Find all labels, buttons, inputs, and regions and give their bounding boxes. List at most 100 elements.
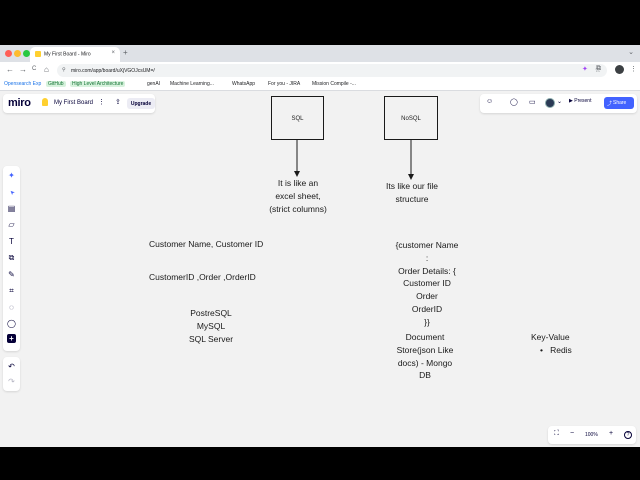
note-line: SQL Server — [188, 333, 234, 344]
note-line: : — [425, 252, 429, 263]
share-icon: ⤴ — [607, 101, 613, 107]
minimize-window-button[interactable] — [14, 50, 21, 57]
play-icon: ▶ — [569, 98, 573, 104]
sql-databases-note[interactable]: PostreSQL MySQL SQL Server — [171, 307, 251, 345]
export-icon[interactable]: ⇪ — [115, 98, 121, 106]
bookmark-item[interactable]: Mission Compile -... — [312, 81, 356, 87]
text-icon[interactable]: T — [6, 237, 17, 247]
site-info-icon[interactable]: ⚲ — [62, 67, 66, 73]
miro-board-canvas[interactable]: SQL NoSQL It is like an excel sheet, (st… — [0, 91, 640, 447]
bookmark-item[interactable]: High Level Architecture — [70, 81, 126, 87]
bookmark-item[interactable]: Machine Learning... — [170, 81, 214, 87]
chat-icon[interactable]: ◯ — [510, 98, 518, 106]
json-structure-note[interactable]: {customer Name : Order Details: { Custom… — [377, 239, 477, 329]
screen: My First Board - Miro × + ⌄ ← → C ⌂ ⚲ mi… — [0, 0, 640, 480]
help-icon[interactable]: ? — [624, 431, 632, 439]
zoom-out-icon[interactable]: − — [570, 430, 574, 437]
bookmark-item[interactable]: GitHub — [46, 81, 66, 87]
chevron-down-icon[interactable]: ⌄ — [557, 98, 562, 105]
sql-box-label: SQL — [291, 116, 304, 122]
profile-avatar[interactable] — [615, 65, 624, 74]
customer-order-note[interactable]: CustomerID ,Order ,OrderID — [149, 271, 256, 284]
note-line: Its like our file — [386, 181, 438, 191]
screen-border-bottom — [0, 447, 640, 480]
pen-icon[interactable]: ✎ — [6, 270, 17, 280]
extension-icon[interactable]: ✦ — [582, 65, 588, 73]
share-label: Share — [613, 100, 627, 106]
user-avatar[interactable] — [545, 98, 555, 108]
note-line: MySQL — [196, 320, 226, 331]
home-button[interactable]: ⌂ — [44, 65, 49, 74]
frame-icon[interactable]: ▤ — [6, 204, 17, 214]
crop-icon[interactable]: ⌗ — [6, 286, 17, 296]
note-line: DB — [419, 370, 431, 381]
select-cursor-icon[interactable]: ➤ — [4, 186, 19, 201]
nosql-description-note[interactable]: Its like our file structure — [362, 180, 462, 206]
chat-bubble-icon[interactable]: ◯ — [6, 319, 17, 329]
tab-close-icon[interactable]: × — [111, 50, 115, 56]
tab-title: My First Board - Miro — [44, 51, 91, 58]
share-button[interactable]: ⤴ Share — [604, 97, 634, 109]
bookmark-item[interactable]: WhatsApp — [232, 81, 255, 87]
zoom-in-icon[interactable]: + — [609, 430, 613, 437]
note-line: {customer Name — [395, 240, 459, 250]
board-name[interactable]: My First Board — [54, 100, 93, 106]
comment-icon[interactable]: ◌ — [6, 303, 17, 313]
note-line: docs) - Mongo — [397, 357, 453, 368]
zoom-level[interactable]: 100% — [585, 432, 598, 438]
undo-redo-panel: ↶ ↷ — [3, 357, 20, 391]
note-line: OrderID — [411, 303, 443, 314]
note-line: (strict columns) — [269, 203, 327, 214]
new-tab-button[interactable]: + — [123, 48, 128, 57]
chevron-down-icon[interactable]: ⌄ — [628, 48, 634, 56]
key-value-note[interactable]: Key-Value • Redis — [531, 331, 572, 357]
note-line: Key-Value — [531, 332, 570, 342]
note-line: It is like an — [277, 178, 319, 188]
lightbulb-icon[interactable] — [42, 98, 48, 106]
note-line: }} — [424, 316, 430, 327]
close-window-button[interactable] — [5, 50, 12, 57]
sql-box[interactable]: SQL — [271, 96, 324, 140]
note-line: Customer ID — [403, 278, 451, 289]
back-button[interactable]: ← — [6, 65, 14, 74]
board-header: miro My First Board ⋮ ⇪ Upgrade — [3, 94, 155, 113]
redo-icon[interactable]: ↷ — [6, 377, 17, 387]
browser-toolbar: ← → C ⌂ ⚲ miro.com/app/board/uXjVGOJcsUM… — [0, 62, 640, 79]
note-line: Document — [405, 332, 445, 342]
bullet-item: Redis — [550, 344, 572, 355]
zoom-controls: ⛶ − 100% + ? — [548, 426, 636, 444]
browser-tab[interactable]: My First Board - Miro × — [30, 47, 120, 62]
note-bullet-line: • Redis — [531, 344, 572, 357]
bookmark-item[interactable]: For you - JIRA — [268, 81, 300, 87]
miro-logo[interactable]: miro — [8, 97, 31, 109]
bullet-icon: • — [540, 344, 543, 355]
document-store-note[interactable]: Document Store(json Like docs) - Mongo D… — [375, 331, 475, 382]
miro-favicon-icon — [35, 51, 41, 57]
reload-button[interactable]: C — [32, 66, 36, 72]
customer-name-note[interactable]: Customer Name, Customer ID — [149, 238, 263, 251]
video-icon[interactable]: ▭ — [529, 98, 536, 106]
add-icon[interactable]: + — [7, 334, 16, 343]
sql-description-note[interactable]: It is like an excel sheet, (strict colum… — [248, 177, 348, 215]
present-button[interactable]: ▶ Present — [569, 98, 591, 104]
upgrade-button[interactable]: Upgrade — [127, 98, 155, 109]
reactions-icon[interactable]: ☺ — [486, 98, 493, 105]
bookmark-item[interactable]: genAI — [147, 81, 160, 87]
extensions-puzzle-icon[interactable]: ⧉ — [596, 65, 601, 73]
forward-button[interactable]: → — [19, 65, 27, 74]
nosql-box[interactable]: NoSQL — [384, 96, 438, 140]
shapes-icon[interactable]: ⧉ — [6, 253, 17, 263]
connector-arrows — [294, 140, 414, 180]
address-bar[interactable]: ⚲ miro.com/app/board/uXjVGOJcsUM=/ ☆ — [57, 64, 607, 77]
sticky-note-icon[interactable]: ▱ — [6, 220, 17, 230]
bookmark-item[interactable]: Opensearch Exp — [4, 81, 41, 87]
note-line: excel sheet, — [275, 190, 321, 201]
ai-sparkle-icon[interactable]: ✦ — [6, 171, 17, 181]
browser-menu-icon[interactable]: ⋮ — [630, 65, 637, 73]
fit-screen-icon[interactable]: ⛶ — [554, 430, 559, 438]
creation-toolbar: ✦ ➤ ▤ ▱ T ⧉ ✎ ⌗ ◌ ◯ + — [3, 166, 20, 351]
url-text: miro.com/app/board/uXjVGOJcsUM=/ — [71, 68, 155, 74]
board-menu-icon[interactable]: ⋮ — [98, 98, 105, 106]
undo-icon[interactable]: ↶ — [6, 362, 17, 372]
maximize-window-button[interactable] — [23, 50, 30, 57]
